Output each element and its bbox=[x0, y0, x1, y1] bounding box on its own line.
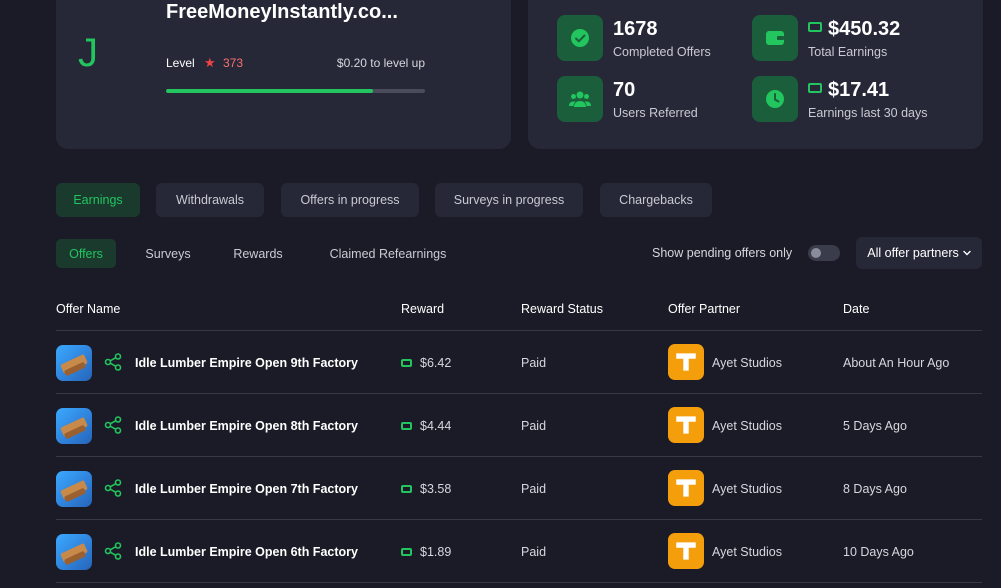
stat-earnings-last-30: $17.41 Earnings last 30 days bbox=[752, 76, 972, 124]
column-header-date: Date bbox=[843, 302, 870, 316]
site-name: FreeMoneyInstantly.co... bbox=[166, 1, 398, 23]
money-icon bbox=[401, 422, 412, 430]
column-header-offer-partner: Offer Partner bbox=[668, 302, 741, 316]
offer-date: About An Hour Ago bbox=[843, 356, 950, 370]
chevron-down-icon bbox=[963, 250, 971, 256]
tab-withdrawals[interactable]: Withdrawals bbox=[156, 183, 264, 217]
money-icon bbox=[401, 548, 412, 556]
stat-completed-offers: 1678 Completed Offers bbox=[557, 15, 737, 63]
users-icon bbox=[557, 76, 603, 122]
share-icon[interactable] bbox=[104, 542, 122, 560]
offer-name: Idle Lumber Empire Open 8th Factory bbox=[135, 419, 358, 433]
reward-amount: $1.89 bbox=[420, 545, 452, 559]
check-circle-icon bbox=[557, 15, 603, 61]
table-row[interactable]: Idle Lumber Empire Open 7th Factory $3.58… bbox=[56, 457, 982, 520]
level-number: 373 bbox=[223, 56, 244, 70]
reward: $6.42 bbox=[401, 356, 451, 370]
avatar: J bbox=[78, 31, 98, 75]
star-icon: ★ bbox=[204, 55, 216, 70]
offer-date: 8 Days Ago bbox=[843, 482, 907, 496]
offer-name: Idle Lumber Empire Open 9th Factory bbox=[135, 356, 358, 370]
reward: $1.89 bbox=[401, 545, 451, 559]
subtab-rewards[interactable]: Rewards bbox=[220, 239, 296, 268]
pending-offers-label: Show pending offers only bbox=[652, 246, 793, 260]
money-icon bbox=[808, 22, 822, 32]
offer-thumbnail bbox=[56, 345, 92, 381]
level-progress-bar bbox=[166, 89, 425, 93]
level-label: Level bbox=[166, 56, 195, 70]
reward: $3.58 bbox=[401, 482, 451, 496]
earnings-last-30-label: Earnings last 30 days bbox=[808, 106, 928, 120]
column-header-reward-status: Reward Status bbox=[521, 302, 603, 316]
total-earnings-label: Total Earnings bbox=[808, 45, 888, 59]
share-icon[interactable] bbox=[104, 416, 122, 434]
earnings-last-30-amount: $17.41 bbox=[828, 79, 890, 101]
column-header-offer-name: Offer Name bbox=[56, 302, 121, 316]
ayet-studios-logo-icon bbox=[668, 407, 704, 443]
ayet-studios-logo-icon bbox=[668, 533, 704, 569]
offer-partner-select[interactable]: All offer partners bbox=[856, 237, 982, 269]
reward-status: Paid bbox=[521, 356, 547, 370]
money-icon bbox=[808, 83, 822, 93]
reward-status: Paid bbox=[521, 419, 547, 433]
subtab-claimed-refearnings[interactable]: Claimed Refearnings bbox=[314, 239, 462, 268]
ayet-studios-logo-icon bbox=[668, 470, 704, 506]
toggle-knob bbox=[811, 248, 821, 258]
reward-amount: $4.44 bbox=[420, 419, 452, 433]
reward-amount: $3.58 bbox=[420, 482, 452, 496]
offer-partner-name: Ayet Studios bbox=[712, 482, 782, 496]
ayet-studios-logo-icon bbox=[668, 344, 704, 380]
offer-thumbnail bbox=[56, 534, 92, 570]
stat-users-referred: 70 Users Referred bbox=[557, 76, 737, 124]
level-progress-fill bbox=[166, 89, 374, 93]
users-referred-label: Users Referred bbox=[613, 106, 698, 120]
offer-partner-name: Ayet Studios bbox=[712, 419, 782, 433]
tab-offers-in-progress[interactable]: Offers in progress bbox=[281, 183, 419, 217]
offer-name: Idle Lumber Empire Open 6th Factory bbox=[135, 545, 358, 559]
tab-earnings[interactable]: Earnings bbox=[56, 183, 140, 217]
pending-offers-toggle[interactable] bbox=[808, 245, 840, 261]
earnings-last-30-value: $17.41 bbox=[808, 79, 889, 101]
offer-thumbnail bbox=[56, 471, 92, 507]
reward: $4.44 bbox=[401, 419, 451, 433]
table-row[interactable]: Idle Lumber Empire Open 6th Factory $1.89… bbox=[56, 520, 982, 583]
to-level-up-text: $0.20 to level up bbox=[336, 56, 425, 70]
offer-date: 5 Days Ago bbox=[843, 419, 907, 433]
offer-partner-name: Ayet Studios bbox=[712, 356, 782, 370]
reward-status: Paid bbox=[521, 482, 547, 496]
completed-offers-label: Completed Offers bbox=[613, 45, 711, 59]
stat-total-earnings: $450.32 Total Earnings bbox=[752, 15, 972, 63]
reward-status: Paid bbox=[521, 545, 547, 559]
users-referred-value: 70 bbox=[613, 79, 636, 101]
share-icon[interactable] bbox=[104, 353, 122, 371]
money-icon bbox=[401, 485, 412, 493]
level-row: Level ★ 373 $0.20 to level up bbox=[166, 55, 425, 72]
reward-amount: $6.42 bbox=[420, 356, 452, 370]
column-header-reward: Reward bbox=[401, 302, 445, 316]
total-earnings-amount: $450.32 bbox=[828, 18, 901, 40]
offer-partner-name: Ayet Studios bbox=[712, 545, 782, 559]
tab-chargebacks[interactable]: Chargebacks bbox=[600, 183, 712, 217]
clock-icon bbox=[752, 76, 798, 122]
tab-surveys-in-progress[interactable]: Surveys in progress bbox=[435, 183, 583, 217]
table-row[interactable]: Idle Lumber Empire Open 8th Factory $4.44… bbox=[56, 394, 982, 457]
subtab-surveys[interactable]: Surveys bbox=[132, 239, 204, 268]
table-row[interactable]: Idle Lumber Empire Open 9th Factory $6.42… bbox=[56, 331, 982, 394]
money-icon bbox=[401, 359, 412, 367]
completed-offers-value: 1678 bbox=[613, 18, 658, 40]
offer-name: Idle Lumber Empire Open 7th Factory bbox=[135, 482, 358, 496]
offer-thumbnail bbox=[56, 408, 92, 444]
share-icon[interactable] bbox=[104, 479, 122, 497]
subtab-offers[interactable]: Offers bbox=[56, 239, 116, 268]
wallet-icon bbox=[752, 15, 798, 61]
offer-date: 10 Days Ago bbox=[843, 545, 914, 559]
total-earnings-value: $450.32 bbox=[808, 18, 900, 40]
offer-partner-select-value: All offer partners bbox=[867, 246, 959, 260]
